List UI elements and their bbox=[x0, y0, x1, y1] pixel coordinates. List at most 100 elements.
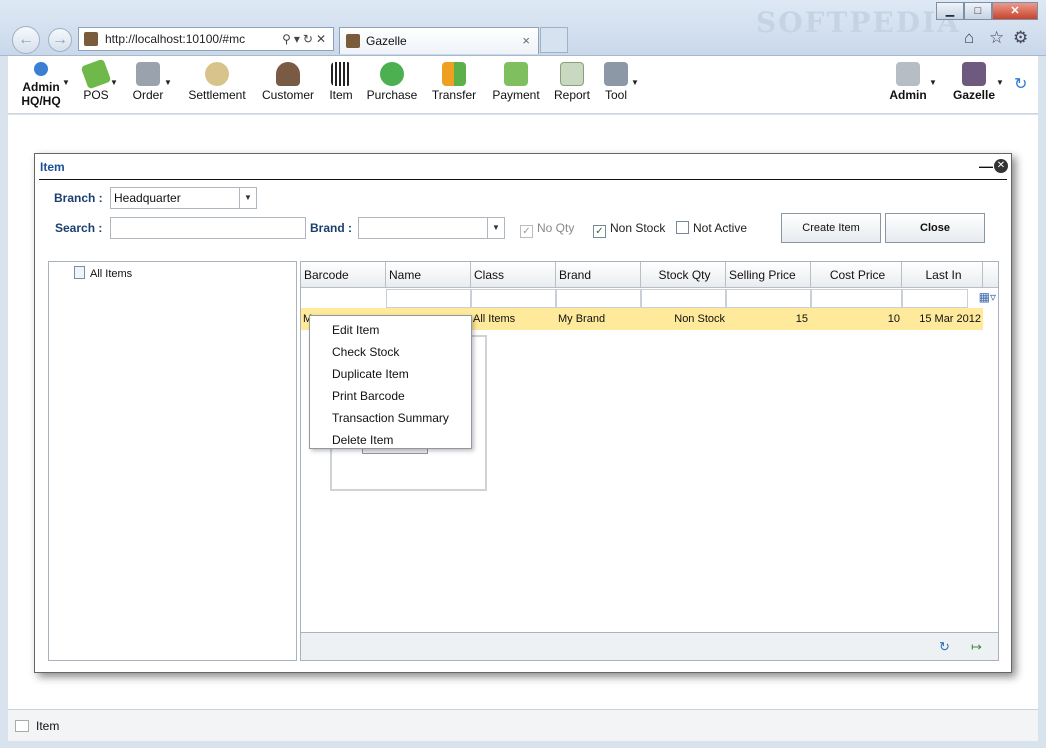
column-header[interactable]: Cost Price bbox=[811, 262, 902, 288]
new-tab-button[interactable] bbox=[540, 27, 568, 53]
home-icon[interactable]: ⌂ bbox=[964, 28, 974, 48]
no-qty-checkbox[interactable]: ✓ No Qty bbox=[520, 221, 574, 238]
dialog-title: Item bbox=[40, 160, 65, 174]
filter-icon[interactable]: ▦▿ bbox=[979, 290, 996, 304]
toolbar-admin[interactable]: Admin bbox=[886, 62, 930, 102]
column-header[interactable]: Class bbox=[471, 262, 556, 288]
settlement-clock-icon bbox=[205, 62, 229, 86]
filter-stock-input[interactable] bbox=[641, 289, 726, 308]
address-bar[interactable]: http://localhost:10100/#mc ⚲▾↻✕ bbox=[78, 27, 334, 51]
chevron-down-icon[interactable]: ▼ bbox=[239, 188, 256, 208]
brand-select[interactable]: ▼ bbox=[358, 217, 505, 239]
no-qty-label: No Qty bbox=[537, 221, 575, 235]
column-header[interactable]: Brand bbox=[556, 262, 641, 288]
column-header[interactable]: Selling Price bbox=[726, 262, 811, 288]
toolbar-report[interactable]: Report bbox=[552, 62, 592, 102]
toolbar-settlement[interactable]: Settlement bbox=[185, 62, 249, 102]
pos-label: POS bbox=[83, 88, 109, 102]
settlement-label: Settlement bbox=[188, 88, 246, 102]
branch-select[interactable]: Headquarter ▼ bbox=[110, 187, 257, 209]
not-active-label: Not Active bbox=[693, 221, 748, 235]
filter-brand-input[interactable] bbox=[556, 289, 641, 308]
grid-filter-row: ▦▿ bbox=[301, 288, 998, 308]
report-chart-icon bbox=[560, 62, 584, 86]
window-icon bbox=[15, 720, 29, 732]
refresh-icon[interactable]: ↻ bbox=[1014, 74, 1027, 94]
search-input[interactable] bbox=[110, 217, 306, 239]
close-button[interactable]: Close bbox=[885, 213, 985, 243]
branch-value: Headquarter bbox=[114, 191, 181, 205]
non-stock-checkbox[interactable]: ✓ Non Stock bbox=[593, 221, 665, 238]
admin-user-menu[interactable]: Admin HQ/HQ bbox=[16, 62, 66, 108]
toolbar-customer[interactable]: Customer bbox=[260, 62, 316, 102]
tree-item-all-items[interactable]: All Items bbox=[74, 266, 132, 280]
minimize-button[interactable]: ▁ bbox=[936, 2, 964, 20]
filter-class-input[interactable] bbox=[471, 289, 556, 308]
maximize-button[interactable]: □ bbox=[964, 2, 992, 20]
address-tools-icon[interactable]: ⚲▾↻✕ bbox=[282, 28, 329, 50]
menu-item-print-barcode[interactable]: Print Barcode bbox=[310, 385, 471, 407]
toolbar-gazelle[interactable]: Gazelle bbox=[948, 62, 1000, 102]
tab-close-icon[interactable]: × bbox=[522, 28, 530, 54]
menu-item-check-stock[interactable]: Check Stock bbox=[310, 341, 471, 363]
back-icon[interactable]: ← bbox=[12, 26, 40, 54]
chevron-down-icon[interactable]: ▼ bbox=[110, 78, 118, 87]
cell-brand: My Brand bbox=[558, 313, 606, 325]
menu-item-edit-item[interactable]: Edit Item bbox=[310, 319, 471, 341]
create-item-button[interactable]: Create Item bbox=[781, 213, 881, 243]
wrench-icon bbox=[604, 62, 628, 86]
filter-name-input[interactable] bbox=[386, 289, 471, 308]
column-header[interactable]: Barcode bbox=[301, 262, 386, 288]
column-header[interactable]: Stock Qty bbox=[641, 262, 726, 288]
toolbar-item[interactable]: Item bbox=[326, 62, 356, 102]
checkmark-icon: ✓ bbox=[520, 225, 533, 238]
export-icon[interactable]: ↦ bbox=[971, 639, 982, 655]
window-close-button[interactable]: ✕ bbox=[992, 2, 1038, 20]
chevron-down-icon[interactable]: ▼ bbox=[62, 78, 70, 87]
user-icon bbox=[34, 62, 48, 76]
not-active-checkbox[interactable]: Not Active bbox=[676, 221, 747, 235]
chevron-down-icon[interactable]: ▼ bbox=[487, 218, 504, 238]
close-icon[interactable]: ✕ bbox=[994, 159, 1008, 173]
cell-last-in: 15 Mar 2012 bbox=[919, 313, 981, 325]
favorites-star-icon[interactable]: ☆ bbox=[989, 28, 1004, 48]
tab-favicon-icon bbox=[346, 34, 360, 48]
pos-tag-icon bbox=[80, 58, 112, 90]
chevron-down-icon[interactable]: ▼ bbox=[164, 78, 172, 87]
forward-icon[interactable]: → bbox=[48, 28, 72, 52]
toolbar-payment[interactable]: Payment bbox=[490, 62, 542, 102]
refresh-icon[interactable]: ↻ bbox=[939, 639, 950, 655]
menu-item-delete-item[interactable]: Delete Item bbox=[310, 429, 471, 451]
browser-tab[interactable]: Gazelle × bbox=[339, 27, 539, 54]
minimize-icon[interactable]: — bbox=[979, 158, 993, 174]
tree-item-label: All Items bbox=[90, 268, 133, 280]
brand-label: Brand : bbox=[310, 221, 352, 235]
toolbar-order[interactable]: Order bbox=[130, 62, 166, 102]
toolbar-pos[interactable]: POS bbox=[80, 58, 112, 102]
gazelle-label: Gazelle bbox=[952, 88, 996, 102]
menu-item-duplicate-item[interactable]: Duplicate Item bbox=[310, 363, 471, 385]
filter-cost-input[interactable] bbox=[811, 289, 902, 308]
non-stock-label: Non Stock bbox=[610, 221, 666, 235]
filter-selling-input[interactable] bbox=[726, 289, 811, 308]
search-label: Search : bbox=[55, 221, 103, 235]
toolbar-purchase[interactable]: Purchase bbox=[366, 62, 418, 102]
cell-cost-price: 10 bbox=[887, 313, 900, 325]
tab-title: Gazelle bbox=[366, 34, 407, 48]
column-header[interactable]: Last In bbox=[902, 262, 983, 288]
settings-gear-icon[interactable]: ⚙ bbox=[1013, 28, 1028, 48]
column-header[interactable]: Name bbox=[386, 262, 471, 288]
cell-class: All Items bbox=[473, 313, 516, 325]
admin-label: Admin bbox=[889, 88, 927, 102]
chevron-down-icon[interactable]: ▼ bbox=[996, 78, 1004, 87]
toolbar-transfer[interactable]: Transfer bbox=[430, 62, 478, 102]
toolbar-tool[interactable]: Tool bbox=[602, 62, 630, 102]
purchase-label: Purchase bbox=[366, 88, 418, 102]
status-bar: Item bbox=[8, 709, 1038, 741]
cell-selling-price: 15 bbox=[795, 313, 808, 325]
menu-item-transaction-summary[interactable]: Transaction Summary bbox=[310, 407, 471, 429]
chevron-down-icon[interactable]: ▼ bbox=[631, 78, 639, 87]
store-icon bbox=[962, 62, 986, 86]
chevron-down-icon[interactable]: ▼ bbox=[929, 78, 937, 87]
filter-lastin-input[interactable] bbox=[902, 289, 968, 308]
